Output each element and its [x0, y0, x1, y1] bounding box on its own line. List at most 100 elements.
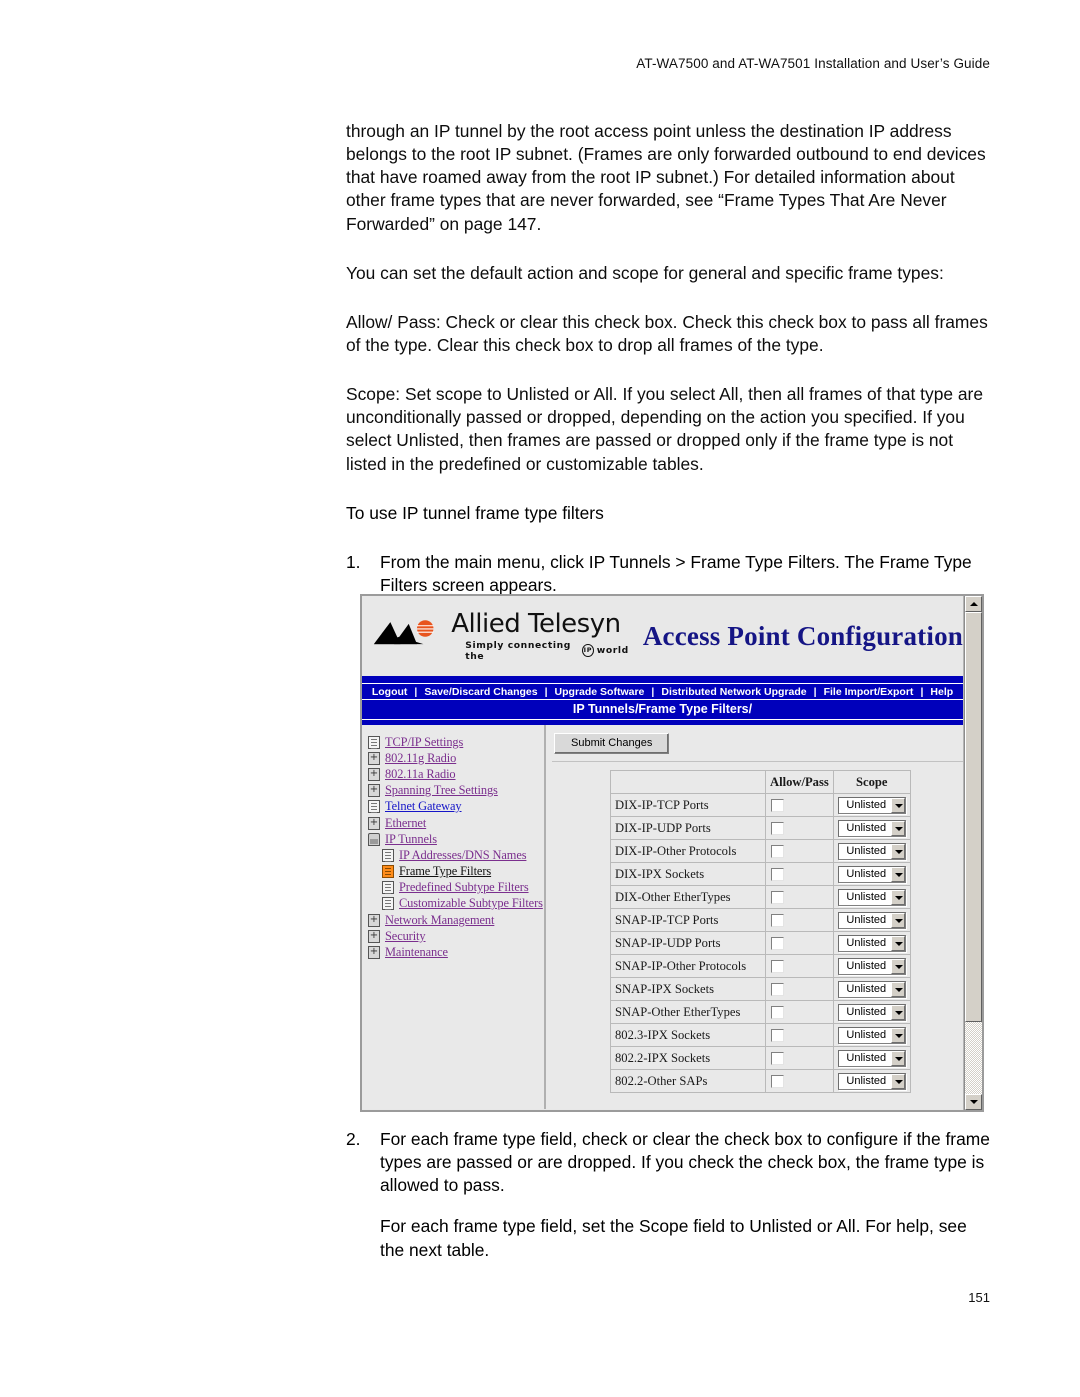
nav-item-label: TCP/IP Settings — [385, 734, 464, 749]
chevron-down-icon[interactable] — [890, 1027, 905, 1043]
document-icon[interactable] — [382, 897, 394, 911]
allow-pass-checkbox[interactable] — [771, 868, 784, 882]
scope-select[interactable]: Unlisted — [837, 865, 906, 883]
scope-select[interactable]: Unlisted — [837, 1072, 906, 1090]
scroll-down-arrow-icon[interactable] — [965, 1094, 982, 1110]
step-1-number: 1. — [346, 551, 361, 572]
scope-select[interactable]: Unlisted — [837, 1049, 906, 1067]
scope-cell: Unlisted — [832, 885, 911, 909]
folder-icon[interactable] — [368, 767, 380, 781]
document-icon[interactable] — [368, 735, 380, 749]
allow-pass-checkbox[interactable] — [771, 799, 784, 813]
allow-pass-checkbox[interactable] — [771, 914, 784, 928]
menu-item-distributed-network-upgrade[interactable]: Distributed Network Upgrade — [654, 686, 813, 698]
brand-tagline: Simply connecting the IP world — [451, 640, 629, 662]
scope-select-value: Unlisted — [846, 1075, 887, 1087]
nav-item-label: Telnet Gateway — [385, 799, 462, 814]
chevron-down-icon[interactable] — [890, 912, 905, 928]
scope-select[interactable]: Unlisted — [837, 819, 906, 837]
nav-item-802-11g-radio[interactable]: 802.11g Radio — [368, 750, 544, 766]
nav-item-ip-tunnels[interactable]: IP Tunnels — [368, 831, 544, 847]
chevron-down-icon[interactable] — [890, 1073, 905, 1089]
chevron-down-icon[interactable] — [890, 820, 905, 836]
allow-pass-checkbox[interactable] — [771, 822, 784, 836]
folder-icon[interactable] — [368, 913, 380, 927]
nav-item-predefined-subtype-filters[interactable]: Predefined Subtype Filters — [368, 880, 544, 896]
scroll-up-arrow-icon[interactable] — [965, 596, 982, 612]
menu-top-spacer — [362, 676, 963, 683]
chevron-down-icon[interactable] — [890, 1050, 905, 1066]
folder-icon[interactable] — [368, 783, 380, 798]
nav-item-tcp-ip-settings[interactable]: TCP/IP Settings — [368, 734, 544, 750]
scope-select[interactable]: Unlisted — [837, 796, 906, 814]
nav-item-ethernet[interactable]: Ethernet — [368, 815, 544, 831]
document-body: through an IP tunnel by the root access … — [346, 120, 994, 615]
menu-item-file-import-export[interactable]: File Import/Export — [817, 686, 921, 698]
folder-icon[interactable] — [368, 816, 380, 830]
nav-item-security[interactable]: Security — [368, 928, 544, 944]
chevron-down-icon[interactable] — [890, 797, 905, 813]
nav-item-maintenance[interactable]: Maintenance — [368, 944, 544, 960]
chevron-down-icon[interactable] — [890, 866, 905, 882]
chevron-down-icon[interactable] — [890, 958, 905, 974]
breadcrumb: IP Tunnels/Frame Type Filters/ — [362, 700, 963, 720]
document-icon[interactable] — [382, 848, 394, 862]
allow-pass-checkbox[interactable] — [771, 1029, 784, 1043]
scrollbar-thumb[interactable] — [965, 612, 982, 1022]
document-selected-icon[interactable] — [382, 865, 394, 879]
scope-select[interactable]: Unlisted — [837, 980, 906, 998]
menu-item-help[interactable]: Help — [923, 686, 960, 698]
allow-pass-cell — [765, 816, 834, 840]
nav-item-spanning-tree-settings[interactable]: Spanning Tree Settings — [368, 783, 544, 799]
menu-item-save-discard[interactable]: Save/Discard Changes — [417, 686, 544, 698]
chevron-down-icon[interactable] — [890, 981, 905, 997]
nav-item-802-11a-radio[interactable]: 802.11a Radio — [368, 766, 544, 782]
vertical-scrollbar[interactable] — [964, 596, 982, 1110]
scope-select[interactable]: Unlisted — [837, 957, 906, 975]
step-2: 2. For each frame type field, check or c… — [346, 1128, 994, 1197]
scope-select[interactable]: Unlisted — [837, 911, 906, 929]
document-icon[interactable] — [382, 881, 394, 895]
scope-select-value: Unlisted — [846, 960, 887, 972]
scope-select[interactable]: Unlisted — [837, 842, 906, 860]
scope-select[interactable]: Unlisted — [837, 934, 906, 952]
chevron-down-icon[interactable] — [890, 935, 905, 951]
scope-select[interactable]: Unlisted — [837, 1003, 906, 1021]
scope-cell: Unlisted — [832, 816, 911, 840]
frame-type-label: SNAP-Other EtherTypes — [610, 1000, 766, 1024]
nav-item-label: Security — [385, 928, 426, 943]
nav-item-ip-addresses-dns-names[interactable]: IP Addresses/DNS Names — [368, 847, 544, 863]
allow-pass-checkbox[interactable] — [771, 845, 784, 859]
scope-select[interactable]: Unlisted — [837, 888, 906, 906]
chevron-down-icon[interactable] — [890, 889, 905, 905]
scope-cell: Unlisted — [832, 977, 911, 1001]
folder-icon[interactable] — [368, 945, 380, 960]
allow-pass-checkbox[interactable] — [771, 1006, 784, 1020]
allow-pass-checkbox[interactable] — [771, 891, 784, 905]
nav-item-frame-type-filters[interactable]: Frame Type Filters — [368, 864, 544, 880]
allow-pass-checkbox[interactable] — [771, 960, 784, 974]
table-row: DIX-Other EtherTypes Unlisted — [610, 885, 911, 909]
document-icon[interactable] — [368, 800, 380, 814]
menu-item-logout[interactable]: Logout — [365, 686, 415, 698]
scrollbar-track[interactable] — [965, 612, 982, 1094]
scope-select[interactable]: Unlisted — [837, 1026, 906, 1044]
allow-pass-checkbox[interactable] — [771, 937, 784, 951]
folder-open-icon[interactable] — [368, 832, 380, 846]
nav-item-network-management[interactable]: Network Management — [368, 912, 544, 928]
nav-item-telnet-gateway[interactable]: Telnet Gateway — [368, 799, 544, 815]
chevron-down-icon[interactable] — [890, 843, 905, 859]
submit-changes-button[interactable]: Submit Changes — [554, 733, 670, 754]
folder-icon[interactable] — [368, 751, 380, 765]
chevron-down-icon[interactable] — [890, 1004, 905, 1020]
scope-select-value: Unlisted — [846, 822, 887, 834]
allow-pass-checkbox[interactable] — [771, 983, 784, 997]
menu-item-upgrade-software[interactable]: Upgrade Software — [548, 686, 652, 698]
scope-select-value: Unlisted — [846, 799, 887, 811]
folder-icon[interactable] — [368, 929, 380, 943]
allow-pass-checkbox[interactable] — [771, 1075, 784, 1089]
nav-item-customizable-subtype-filters[interactable]: Customizable Subtype Filters — [368, 896, 544, 912]
allow-pass-checkbox[interactable] — [771, 1052, 784, 1066]
step-2-number: 2. — [346, 1129, 361, 1149]
frame-type-label: DIX-IPX Sockets — [610, 862, 766, 886]
